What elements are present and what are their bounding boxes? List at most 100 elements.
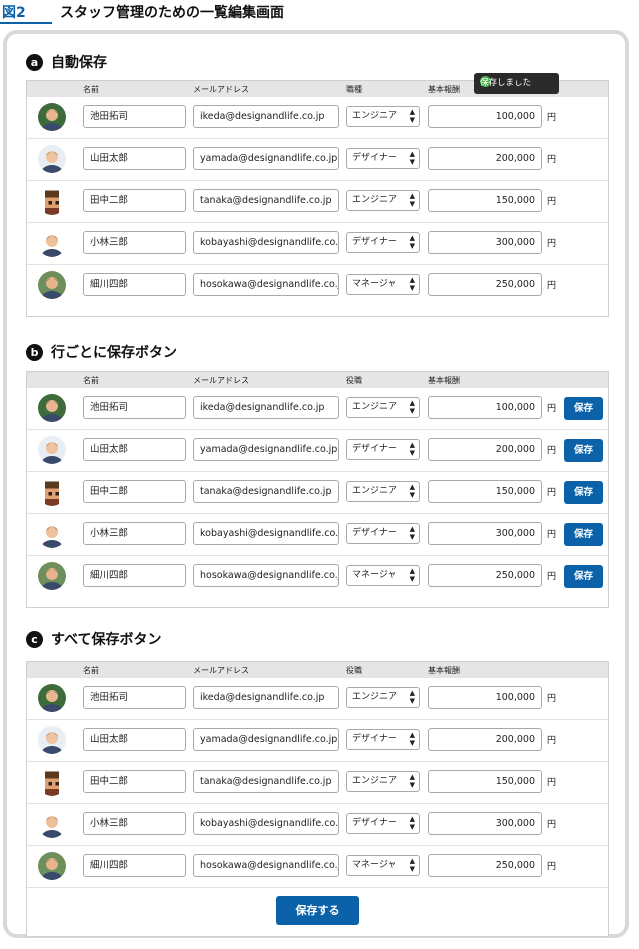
salary-field[interactable]: 250,000: [428, 564, 542, 587]
role-select[interactable]: エンジニア ▲ ▼: [346, 190, 420, 211]
name-field[interactable]: 小林三郎: [83, 812, 186, 835]
role-select-value: マネージャ: [352, 860, 397, 870]
name-field[interactable]: 細川四郎: [83, 273, 186, 296]
select-arrows-icon: ▲ ▼: [409, 857, 415, 873]
role-select-value: エンジニア: [352, 402, 398, 412]
name-field[interactable]: 山田太郎: [83, 438, 186, 461]
salary-field[interactable]: 300,000: [428, 522, 542, 545]
table-row: 池田拓司 ikeda@designandlife.co.jp エンジニア ▲ ▼ 100,…: [27, 388, 608, 429]
role-select[interactable]: デザイナー ▲ ▼: [346, 232, 420, 253]
figure-title: スタッフ管理のための一覧編集画面: [60, 5, 284, 21]
email-field[interactable]: yamada@designandlife.co.jp: [193, 728, 339, 751]
row-save-button[interactable]: 保存: [564, 565, 603, 588]
name-field[interactable]: 小林三郎: [83, 522, 186, 545]
currency-label: 円: [547, 778, 557, 788]
salary-field[interactable]: 300,000: [428, 812, 542, 835]
section-c-label: すべて保存ボタン: [51, 632, 162, 648]
salary-field[interactable]: 250,000: [428, 854, 542, 877]
role-select[interactable]: マネージャ ▲ ▼: [346, 565, 420, 586]
currency-label: 円: [547, 694, 557, 704]
col-mail: メールアドレス: [193, 666, 249, 675]
avatar: [38, 810, 66, 838]
email-field[interactable]: tanaka@designandlife.co.jp: [193, 189, 339, 212]
name-field[interactable]: 山田太郎: [83, 147, 186, 170]
row-save-button[interactable]: 保存: [564, 481, 603, 504]
salary-field[interactable]: 200,000: [428, 728, 542, 751]
name-field[interactable]: 細川四郎: [83, 564, 186, 587]
name-field[interactable]: 細川四郎: [83, 854, 186, 877]
save-all-button[interactable]: 保存する: [276, 896, 359, 925]
email-field[interactable]: tanaka@designandlife.co.jp: [193, 770, 339, 793]
figure-number: 図2: [2, 5, 26, 21]
name-field[interactable]: 池田拓司: [83, 105, 186, 128]
role-select[interactable]: デザイナー ▲ ▼: [346, 729, 420, 750]
section-b-table: 名前 メールアドレス 役職 基本報酬 池田拓司 ikeda@designandli…: [26, 371, 609, 608]
section-c-table: 名前 メールアドレス 役職 基本報酬 池田拓司 ikeda@designandli…: [26, 661, 609, 937]
table-footer: 保存する: [27, 887, 608, 936]
role-select[interactable]: マネージャ ▲ ▼: [346, 274, 420, 295]
salary-field[interactable]: 300,000: [428, 231, 542, 254]
salary-field[interactable]: 200,000: [428, 147, 542, 170]
email-field[interactable]: kobayashi@designandlife.co.jp: [193, 522, 339, 545]
currency-label: 円: [547, 572, 557, 582]
email-field[interactable]: ikeda@designandlife.co.jp: [193, 105, 339, 128]
table-header: 名前 メールアドレス 職種 基本報酬 ✓ 保存しました: [27, 73, 608, 97]
role-select[interactable]: エンジニア ▲ ▼: [346, 397, 420, 418]
email-field[interactable]: hosokawa@designandlife.co.jp: [193, 854, 339, 877]
role-select[interactable]: エンジニア ▲ ▼: [346, 771, 420, 792]
role-select-value: デザイナー: [352, 153, 397, 163]
role-select-value: エンジニア: [352, 195, 398, 205]
salary-field[interactable]: 250,000: [428, 273, 542, 296]
row-save-button[interactable]: 保存: [564, 523, 603, 546]
email-field[interactable]: tanaka@designandlife.co.jp: [193, 480, 339, 503]
email-field[interactable]: yamada@designandlife.co.jp: [193, 147, 339, 170]
role-select[interactable]: エンジニア ▲ ▼: [346, 106, 420, 127]
name-field[interactable]: 池田拓司: [83, 396, 186, 419]
table-row: 田中二郎 tanaka@designandlife.co.jp エンジニア ▲ ▼ 150…: [27, 180, 608, 222]
role-select[interactable]: デザイナー ▲ ▼: [346, 439, 420, 460]
name-field[interactable]: 田中二郎: [83, 189, 186, 212]
currency-label: 円: [547, 862, 557, 872]
role-select-value: マネージャ: [352, 279, 397, 289]
row-save-button[interactable]: 保存: [564, 439, 603, 462]
email-field[interactable]: kobayashi@designandlife.co.jp: [193, 812, 339, 835]
section-b-label: 行ごとに保存ボタン: [51, 345, 177, 361]
email-field[interactable]: hosokawa@designandlife.co.jp: [193, 273, 339, 296]
select-arrows-icon: ▲ ▼: [409, 567, 415, 583]
email-field[interactable]: hosokawa@designandlife.co.jp: [193, 564, 339, 587]
role-select-value: デザイナー: [352, 528, 397, 538]
select-arrows-icon: ▲ ▼: [409, 731, 415, 747]
email-field[interactable]: kobayashi@designandlife.co.jp: [193, 231, 339, 254]
role-select[interactable]: マネージャ ▲ ▼: [346, 855, 420, 876]
role-select[interactable]: デザイナー ▲ ▼: [346, 813, 420, 834]
salary-field[interactable]: 150,000: [428, 480, 542, 503]
email-field[interactable]: yamada@designandlife.co.jp: [193, 438, 339, 461]
name-field[interactable]: 田中二郎: [83, 770, 186, 793]
salary-field[interactable]: 100,000: [428, 686, 542, 709]
salary-field[interactable]: 150,000: [428, 770, 542, 793]
salary-field[interactable]: 200,000: [428, 438, 542, 461]
name-field[interactable]: 池田拓司: [83, 686, 186, 709]
name-field[interactable]: 田中二郎: [83, 480, 186, 503]
tooltip-text: 保存しました: [480, 78, 532, 88]
name-field[interactable]: 小林三郎: [83, 231, 186, 254]
role-select[interactable]: デザイナー ▲ ▼: [346, 523, 420, 544]
salary-field[interactable]: 150,000: [428, 189, 542, 212]
name-field[interactable]: 山田太郎: [83, 728, 186, 751]
role-select[interactable]: エンジニア ▲ ▼: [346, 481, 420, 502]
currency-label: 円: [547, 113, 557, 123]
salary-field[interactable]: 100,000: [428, 105, 542, 128]
email-field[interactable]: ikeda@designandlife.co.jp: [193, 686, 339, 709]
role-select[interactable]: エンジニア ▲ ▼: [346, 687, 420, 708]
row-save-button[interactable]: 保存: [564, 397, 603, 420]
table-row: 池田拓司 ikeda@designandlife.co.jp エンジニア ▲ ▼ 100,…: [27, 678, 608, 719]
email-field[interactable]: ikeda@designandlife.co.jp: [193, 396, 339, 419]
select-arrows-icon: ▲ ▼: [409, 689, 415, 705]
role-select-value: デザイナー: [352, 237, 397, 247]
salary-field[interactable]: 100,000: [428, 396, 542, 419]
figure-underline: [0, 22, 52, 24]
select-arrows-icon: ▲ ▼: [409, 773, 415, 789]
section-c-badge: c: [26, 630, 43, 648]
role-select[interactable]: デザイナー ▲ ▼: [346, 148, 420, 169]
avatar: [38, 562, 66, 590]
